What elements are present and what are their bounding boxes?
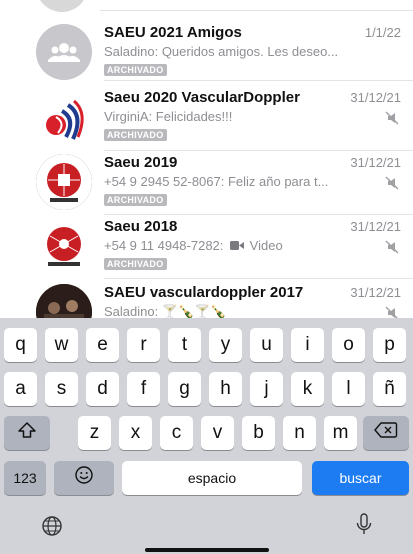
key-r[interactable]: r (127, 328, 160, 362)
chat-name: Saeu 2020 VascularDoppler (104, 89, 300, 106)
event-poster-icon (36, 218, 92, 274)
chat-avatar (36, 218, 92, 274)
chat-date: 31/12/21 (350, 155, 401, 170)
chat-preview: +54 9 11 4948-7282: Video (104, 238, 366, 255)
muted-icon (385, 111, 399, 130)
chat-preview: VirginiA: Felicidades!!! (104, 109, 233, 124)
key-x[interactable]: x (119, 416, 152, 450)
chat-list: SAEU 2021 Amigos 1/1/22 Saladino: Querid… (0, 0, 413, 318)
key-g[interactable]: g (168, 372, 201, 406)
space-key[interactable]: espacio (122, 461, 302, 495)
chat-date: 31/12/21 (350, 90, 401, 105)
muted-icon (385, 176, 399, 195)
globe-icon[interactable] (40, 514, 64, 538)
chat-date: 1/1/22 (364, 25, 401, 40)
video-camera-icon (230, 238, 245, 253)
chat-row-saeu-2018[interactable]: Saeu 2018 31/12/21 +54 9 11 4948-7282: V… (0, 218, 413, 276)
key-a[interactable]: a (4, 372, 37, 406)
chat-avatar (36, 284, 92, 318)
key-i[interactable]: i (291, 328, 324, 362)
keyboard: q w e r t y u i o p a s d f g h j k l ñ … (0, 318, 413, 554)
chat-row-saeu-2021-amigos[interactable]: SAEU 2021 Amigos 1/1/22 Saladino: Querid… (0, 24, 413, 80)
vascular-logo-icon (46, 99, 84, 140)
key-q[interactable]: q (4, 328, 37, 362)
divider (104, 80, 413, 81)
archived-badge: ARCHIVADO (104, 64, 167, 76)
chat-avatar (36, 89, 92, 145)
archived-badge: ARCHIVADO (104, 258, 167, 270)
shift-icon (17, 420, 37, 446)
numbers-key[interactable]: 123 (4, 461, 46, 495)
emoji-key[interactable] (54, 461, 114, 495)
search-key[interactable]: buscar (312, 461, 409, 495)
group-avatar (36, 24, 92, 80)
chat-name: SAEU 2021 Amigos (104, 24, 242, 41)
muted-icon (385, 240, 399, 259)
shift-key[interactable] (4, 416, 50, 450)
chat-row-saeu-vasculardoppler-2017[interactable]: SAEU vasculardoppler 2017 31/12/21 Salad… (0, 284, 413, 318)
key-f[interactable]: f (127, 372, 160, 406)
key-p[interactable]: p (373, 328, 406, 362)
key-h[interactable]: h (209, 372, 242, 406)
home-indicator (145, 548, 269, 552)
chat-preview: Saladino: Queridos amigos. Les deseo... (104, 44, 339, 59)
key-n[interactable]: n (283, 416, 316, 450)
event-poster-icon (36, 154, 92, 210)
group-icon (48, 43, 80, 62)
chat-row-saeu-2019[interactable]: Saeu 2019 31/12/21 +54 9 2945 52-8067: F… (0, 154, 413, 212)
microphone-icon[interactable] (352, 512, 376, 538)
chat-name: Saeu 2018 (104, 218, 178, 235)
previous-chat-divider (100, 0, 413, 11)
key-b[interactable]: b (242, 416, 275, 450)
key-u[interactable]: u (250, 328, 283, 362)
divider (104, 278, 413, 279)
divider (104, 214, 413, 215)
preview-media-label: Video (249, 238, 283, 253)
chat-name: SAEU vasculardoppler 2017 (104, 284, 304, 301)
previous-chat-avatar[interactable] (36, 0, 88, 12)
key-y[interactable]: y (209, 328, 242, 362)
muted-icon (385, 306, 399, 318)
chat-preview: Saladino: 🍸🍾🍸🍾 (104, 304, 227, 318)
key-c[interactable]: c (160, 416, 193, 450)
chat-name: Saeu 2019 (104, 154, 178, 171)
chat-date: 31/12/21 (350, 219, 401, 234)
key-d[interactable]: d (86, 372, 119, 406)
archived-badge: ARCHIVADO (104, 194, 167, 206)
key-o[interactable]: o (332, 328, 365, 362)
backspace-key[interactable] (363, 416, 409, 450)
divider (104, 150, 413, 151)
key-m[interactable]: m (324, 416, 357, 450)
chat-preview: +54 9 2945 52-8067: Feliz año para t... (104, 174, 329, 189)
group-photo-icon (36, 284, 92, 318)
key-e[interactable]: e (86, 328, 119, 362)
preview-sender: +54 9 11 4948-7282: (104, 238, 224, 253)
key-l[interactable]: l (332, 372, 365, 406)
key-w[interactable]: w (45, 328, 78, 362)
key-k[interactable]: k (291, 372, 324, 406)
key-t[interactable]: t (168, 328, 201, 362)
chat-date: 31/12/21 (350, 285, 401, 300)
emoji-icon (74, 465, 94, 491)
chat-row-saeu-2020-vasculardoppler[interactable]: Saeu 2020 VascularDoppler 31/12/21 Virgi… (0, 89, 413, 147)
key-v[interactable]: v (201, 416, 234, 450)
backspace-icon (374, 421, 398, 445)
chat-avatar (36, 154, 92, 210)
archived-badge: ARCHIVADO (104, 129, 167, 141)
key-n-tilde[interactable]: ñ (373, 372, 406, 406)
key-s[interactable]: s (45, 372, 78, 406)
key-j[interactable]: j (250, 372, 283, 406)
key-z[interactable]: z (78, 416, 111, 450)
